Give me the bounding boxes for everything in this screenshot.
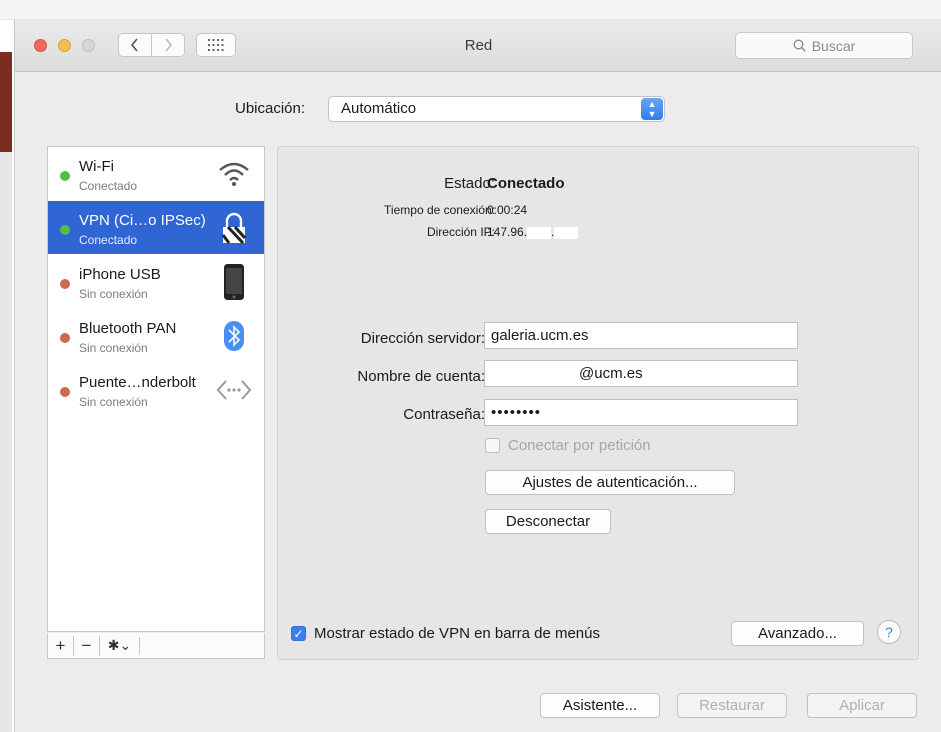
iphone-icon	[216, 264, 252, 300]
connect-on-demand-label: Conectar por petición	[508, 437, 651, 454]
service-item-wifi[interactable]: Wi-Fi Conectado	[48, 147, 264, 200]
ip-address-label: Dirección IP:	[426, 225, 495, 239]
vpn-lock-icon	[216, 211, 252, 245]
search-placeholder: Buscar	[811, 37, 856, 54]
location-value: Automático	[341, 100, 417, 117]
apply-button[interactable]: Aplicar	[807, 693, 917, 718]
authentication-settings-button[interactable]: Ajustes de autenticación...	[485, 470, 735, 495]
service-name: Puente…nderbolt	[79, 374, 196, 391]
help-button[interactable]: ?	[877, 620, 901, 644]
advanced-button[interactable]: Avanzado...	[731, 621, 864, 646]
remove-service-button[interactable]: −	[74, 635, 100, 656]
password-field[interactable]: ••••••••	[484, 399, 798, 426]
checkmark-icon[interactable]: ✓	[291, 626, 306, 641]
background-window-edge	[0, 0, 941, 20]
service-list-toolbar: + − ✱⌄	[47, 633, 265, 659]
gear-icon[interactable]: ✱⌄	[100, 637, 140, 654]
disconnect-button[interactable]: Desconectar	[485, 509, 611, 534]
status-dot	[60, 225, 70, 235]
ip-prefix: 147.96.	[487, 225, 528, 239]
show-vpn-status-label: Mostrar estado de VPN en barra de menús	[314, 625, 600, 642]
connection-time-value: 0:00:24	[487, 203, 528, 217]
network-preferences-window: Red Buscar Ubicación: Automático ▲ ▼ Wi-F…	[14, 20, 941, 732]
service-list: Wi-Fi Conectado VPN (Ci…o IPSec) Conecta…	[47, 146, 265, 632]
add-service-button[interactable]: +	[48, 635, 74, 656]
service-item-bluetooth-pan[interactable]: Bluetooth PAN Sin conexión	[48, 309, 264, 362]
service-status: Conectado	[79, 179, 138, 193]
status-value: Conectado	[487, 175, 565, 192]
status-dot	[60, 279, 70, 289]
bluetooth-icon	[216, 319, 252, 353]
vpn-details-panel: Estado: Conectado Tiempo de conexión: 0:…	[277, 146, 919, 660]
status-dot	[60, 171, 70, 181]
connection-time-label: Tiempo de conexión:	[384, 203, 495, 217]
background-window-strip-lower	[0, 152, 12, 732]
service-name: VPN (Ci…o IPSec)	[79, 212, 206, 229]
updown-arrows-icon: ▲ ▼	[641, 98, 663, 120]
redacted-block	[527, 226, 552, 239]
password-label: Contraseña:	[403, 406, 485, 423]
server-address-label: Dirección servidor:	[360, 330, 485, 347]
service-item-thunderbolt-bridge[interactable]: Puente…nderbolt Sin conexión	[48, 363, 264, 416]
service-status: Sin conexión	[79, 395, 148, 409]
status-dot	[60, 333, 70, 343]
redacted-block	[554, 226, 579, 239]
service-item-iphone-usb[interactable]: iPhone USB Sin conexión	[48, 255, 264, 308]
service-status: Sin conexión	[79, 341, 148, 355]
revert-button[interactable]: Restaurar	[677, 693, 787, 718]
assistant-button[interactable]: Asistente...	[540, 693, 660, 718]
service-name: Bluetooth PAN	[79, 320, 177, 337]
ip-address-value: 147.96..	[487, 225, 579, 239]
status-dot	[60, 387, 70, 397]
wifi-icon	[216, 157, 252, 191]
server-address-field[interactable]: galeria.ucm.es	[484, 322, 798, 349]
service-name: iPhone USB	[79, 266, 161, 283]
search-icon	[793, 39, 806, 52]
show-vpn-status-row[interactable]: ✓ Mostrar estado de VPN en barra de menú…	[291, 625, 600, 642]
service-status: Conectado	[79, 233, 138, 247]
background-window-strip	[0, 52, 12, 152]
thunderbolt-bridge-icon	[216, 373, 252, 407]
search-field[interactable]: Buscar	[735, 32, 913, 59]
connect-on-demand-row[interactable]: Conectar por petición	[485, 437, 651, 454]
location-select[interactable]: Automático ▲ ▼	[328, 96, 665, 122]
location-label: Ubicación:	[235, 100, 306, 117]
title-bar: Red Buscar	[15, 20, 941, 72]
account-name-label: Nombre de cuenta:	[357, 368, 485, 385]
service-item-vpn[interactable]: VPN (Ci…o IPSec) Conectado	[48, 201, 264, 254]
service-status: Sin conexión	[79, 287, 148, 301]
account-name-field[interactable]: @ucm.es	[484, 360, 798, 387]
service-name: Wi-Fi	[79, 158, 114, 175]
connect-on-demand-checkbox[interactable]	[485, 438, 500, 453]
